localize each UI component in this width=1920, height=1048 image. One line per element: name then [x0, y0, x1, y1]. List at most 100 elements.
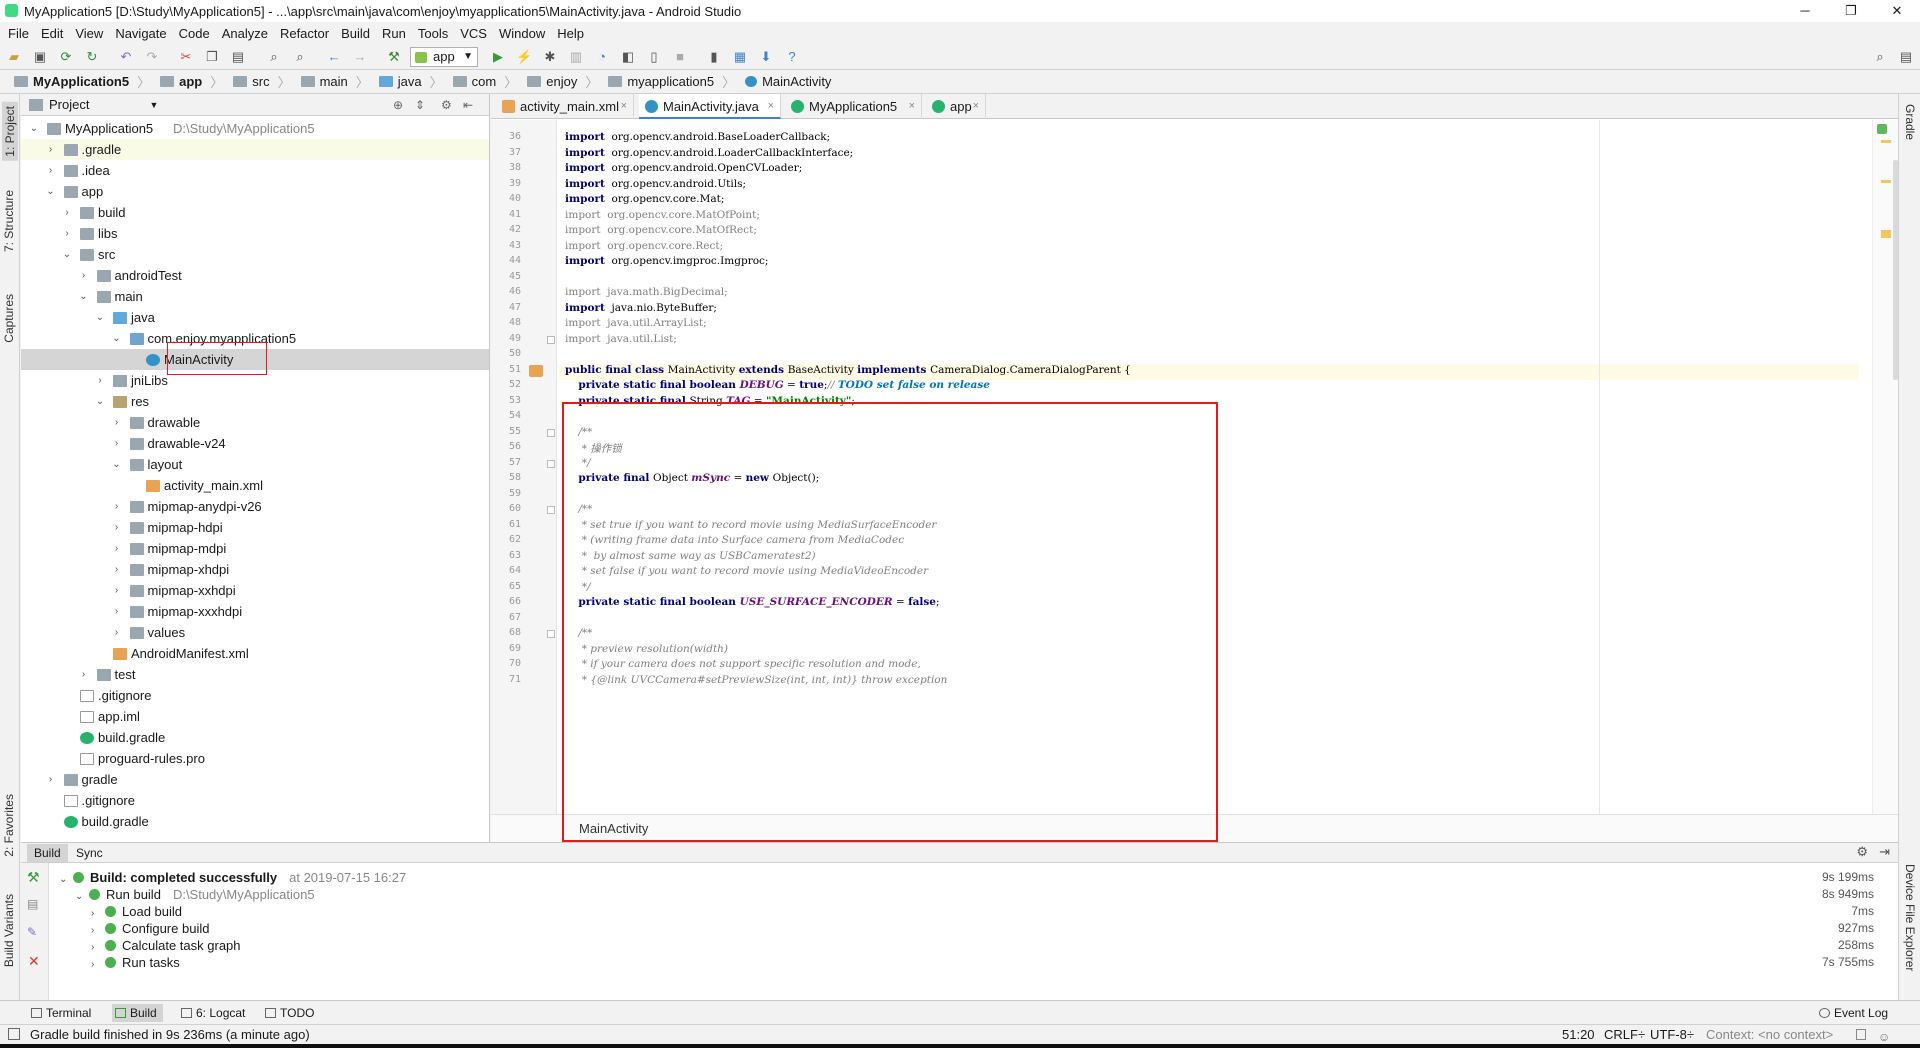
chevron-right-icon[interactable]: ›	[112, 517, 122, 538]
close-tab-icon[interactable]: ×	[973, 94, 979, 119]
editor-scrollbar[interactable]	[1872, 120, 1898, 814]
warning-marker[interactable]	[1881, 140, 1891, 143]
cut-icon[interactable]: ✂	[178, 49, 194, 65]
coverage-icon[interactable]: ◧	[620, 49, 636, 65]
project-view-select[interactable]: Project	[49, 97, 89, 112]
chevron-right-icon[interactable]: ›	[112, 496, 122, 517]
lock-icon[interactable]	[1856, 1029, 1866, 1040]
fold-icon[interactable]	[547, 459, 555, 468]
tree-item[interactable]: ⌄ layout	[21, 454, 489, 475]
stop-icon[interactable]: ■	[672, 49, 688, 65]
tree-item[interactable]: › drawable-v24	[21, 433, 489, 454]
build-variants-tool-tab[interactable]: Build Variants	[2, 894, 16, 967]
breadcrumb-enjoy[interactable]: enjoy 〉	[523, 70, 604, 94]
chevron-down-icon[interactable]: ⌄	[46, 181, 56, 202]
code-line[interactable]: import org.opencv.android.Utils;	[565, 178, 746, 190]
tree-item[interactable]: › values	[21, 622, 489, 643]
tree-item[interactable]: › build	[21, 202, 489, 223]
tab-build[interactable]: Build	[27, 844, 68, 862]
build-tree-item[interactable]: › Load build	[91, 903, 182, 920]
paste-icon[interactable]: ▤	[230, 49, 246, 65]
tree-item[interactable]: AndroidManifest.xml	[21, 643, 489, 664]
menu-help[interactable]: Help	[551, 26, 590, 41]
chevron-right-icon[interactable]: ›	[46, 139, 56, 160]
menu-run[interactable]: Run	[376, 26, 412, 41]
ide-help-icon[interactable]: ▤	[1898, 49, 1914, 65]
gear-icon[interactable]: ⚙	[441, 98, 452, 112]
run-icon[interactable]: ▶	[490, 49, 506, 65]
close-tab-icon[interactable]: ×	[768, 94, 774, 119]
chevron-down-icon[interactable]: ⌄	[29, 118, 39, 139]
close-tab-icon[interactable]: ×	[621, 94, 627, 119]
tab-logcat[interactable]: 6: Logcat	[178, 1004, 245, 1022]
search-icon[interactable]: ⌕	[1872, 49, 1888, 65]
tree-item[interactable]: › mipmap-xhdpi	[21, 559, 489, 580]
tree-item[interactable]: ⌄ main	[21, 286, 489, 307]
chevron-right-icon[interactable]: ›	[95, 370, 105, 391]
breadcrumb-com[interactable]: com 〉	[449, 70, 524, 94]
tree-item[interactable]: › mipmap-xxxhdpi	[21, 601, 489, 622]
run-configuration-select[interactable]: app ▼	[410, 47, 478, 67]
captures-tool-tab[interactable]: Captures	[2, 294, 16, 343]
event-log-button[interactable]: Event Log	[1816, 1004, 1888, 1022]
chevron-right-icon[interactable]: ›	[112, 559, 122, 580]
help-icon[interactable]: ?	[784, 49, 800, 65]
tree-item[interactable]: build.gradle	[21, 727, 489, 748]
open-icon[interactable]: ▰	[6, 49, 22, 65]
chevron-down-icon[interactable]: ⌄	[95, 391, 105, 412]
attach-debugger-icon[interactable]: ◔	[594, 49, 610, 65]
tree-item[interactable]: › mipmap-anydpi-v26	[21, 496, 489, 517]
build-success-icon[interactable]: ⚒	[27, 869, 40, 886]
tree-item[interactable]: activity_main.xml	[21, 475, 489, 496]
tree-item[interactable]: › .idea	[21, 160, 489, 181]
device-file-explorer-tab[interactable]: Device File Explorer	[1903, 864, 1917, 971]
gear-icon[interactable]: ⚙	[1856, 844, 1868, 860]
menu-build[interactable]: Build	[335, 26, 376, 41]
breadcrumb-main[interactable]: main 〉	[297, 70, 375, 94]
project-structure-icon[interactable]: ▦	[732, 49, 748, 65]
code-line[interactable]: import java.math.BigDecimal;	[565, 286, 728, 298]
editor-tab[interactable]: app ×	[926, 94, 986, 119]
tab-build-tool[interactable]: Build	[112, 1004, 163, 1022]
tree-item[interactable]: › androidTest	[21, 265, 489, 286]
chevron-right-icon[interactable]: ›	[79, 664, 89, 685]
redo-icon[interactable]: ↷	[144, 49, 160, 65]
line-separator[interactable]: CRLF÷	[1604, 1025, 1645, 1044]
tree-item[interactable]: .gitignore	[21, 790, 489, 811]
tree-item[interactable]: › mipmap-xxhdpi	[21, 580, 489, 601]
code-line[interactable]: private static final boolean DEBUG = tru…	[565, 379, 990, 391]
tree-item[interactable]: ⌄ app	[21, 181, 489, 202]
favorites-tool-tab[interactable]: 2: Favorites	[2, 794, 16, 857]
logcat-icon[interactable]: ▯	[646, 49, 662, 65]
chevron-right-icon[interactable]: ›	[112, 412, 122, 433]
tab-todo[interactable]: TODO	[262, 1004, 314, 1022]
pin-icon[interactable]: ✎	[27, 925, 37, 939]
undo-icon[interactable]: ↶	[118, 49, 134, 65]
avd-manager-icon[interactable]: ▮	[706, 49, 722, 65]
code-line[interactable]: import java.nio.ByteBuffer;	[565, 302, 717, 314]
close-panel-icon[interactable]: ✕	[28, 953, 40, 970]
gradle-tool-tab[interactable]: Gradle	[1903, 104, 1917, 140]
tree-item[interactable]: build.gradle	[21, 811, 489, 832]
menu-view[interactable]: View	[69, 26, 109, 41]
code-line[interactable]: import org.opencv.core.Rect;	[565, 240, 723, 252]
sync-icon[interactable]: ⟳	[58, 49, 74, 65]
sdk-manager-icon[interactable]: ⬇	[758, 49, 774, 65]
fold-icon[interactable]	[547, 630, 555, 638]
editor-tab[interactable]: MainActivity.java ×	[639, 94, 781, 119]
toggle-view-icon[interactable]: ▤	[27, 897, 38, 911]
apply-changes-icon[interactable]: ⚡	[516, 49, 532, 65]
tree-item[interactable]: app.iml	[21, 706, 489, 727]
fold-icon[interactable]	[547, 506, 555, 514]
code-line[interactable]: import java.util.List;	[565, 333, 677, 345]
status-message[interactable]: Gradle build finished in 9s 236ms (a min…	[30, 1025, 310, 1044]
chevron-right-icon[interactable]: ›	[112, 601, 122, 622]
tab-sync[interactable]: Sync	[69, 844, 110, 862]
chevron-down-icon[interactable]: ⌄	[95, 307, 105, 328]
replace-icon[interactable]: ⌕	[292, 49, 308, 65]
hide-icon[interactable]: ⇤	[463, 98, 473, 112]
chevron-right-icon[interactable]: ›	[91, 956, 105, 973]
hide-panel-icon[interactable]: ⇥	[1879, 844, 1890, 860]
close-tab-icon[interactable]: ×	[909, 94, 915, 119]
chevron-right-icon[interactable]: ›	[79, 265, 89, 286]
